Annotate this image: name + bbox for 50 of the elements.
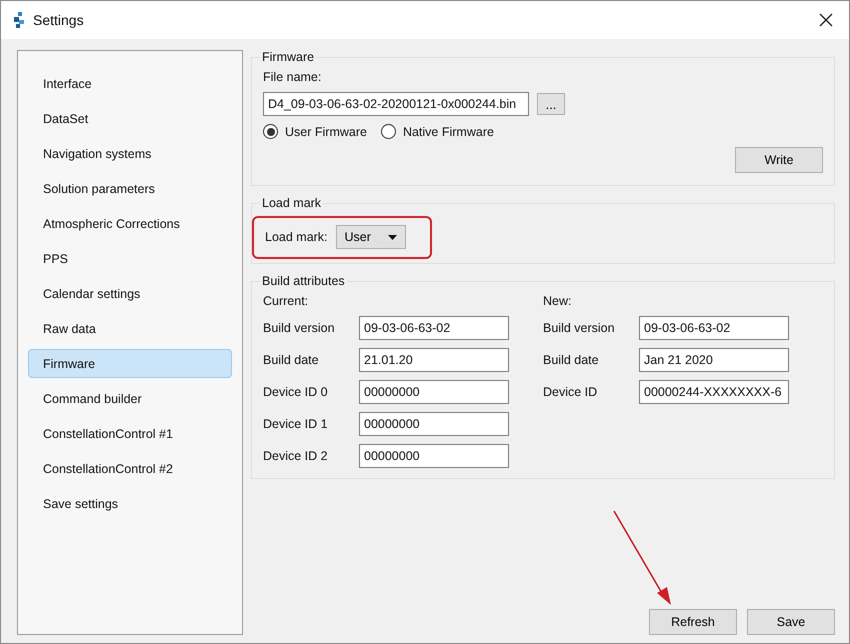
text-field[interactable]: 09-03-06-63-02 — [639, 316, 789, 340]
sidebar-item[interactable]: Navigation systems — [28, 139, 232, 168]
radio-button[interactable] — [380, 124, 396, 139]
sidebar-item[interactable]: ConstellationControl #2 — [28, 454, 232, 483]
field-label: Load mark: — [265, 230, 328, 244]
text-field[interactable]: 21.01.20 — [359, 348, 509, 372]
sidebar-item[interactable]: DataSet — [28, 104, 232, 133]
field-label: Device ID 2 — [263, 449, 329, 463]
load-mark-dropdown[interactable]: User — [336, 225, 406, 249]
radio-label: User Firmware — [285, 124, 367, 138]
sidebar-item[interactable]: Command builder — [28, 384, 232, 413]
dialog-button[interactable]: Save — [747, 609, 835, 635]
window-title: Settings — [33, 12, 85, 28]
caret-icon — [388, 234, 397, 240]
write-button[interactable]: Write — [735, 147, 823, 173]
field-label: Build date — [543, 353, 600, 367]
sidebar-item[interactable]: ConstellationControl #1 — [28, 419, 232, 448]
sidebar-item[interactable]: Firmware — [28, 349, 232, 378]
text-field[interactable]: 00000000 — [359, 380, 509, 404]
field-label: Build version — [263, 321, 336, 335]
group-title: Build attributes — [261, 274, 346, 288]
sidebar-item[interactable]: Solution parameters — [28, 174, 232, 203]
sidebar-item[interactable]: Raw data — [28, 314, 232, 343]
radio-button[interactable] — [263, 124, 278, 139]
column-heading: New: — [543, 294, 572, 308]
sidebar-item[interactable]: PPS — [28, 244, 232, 273]
field-label: Device ID 0 — [263, 385, 329, 399]
sidebar-item[interactable]: Interface — [28, 69, 232, 98]
close-icon — [819, 13, 833, 27]
column-heading: Current: — [263, 294, 310, 308]
text-field[interactable]: 00000000 — [359, 412, 509, 436]
text-field[interactable]: 00000000 — [359, 444, 509, 468]
text-field[interactable]: 09-03-06-63-02 — [359, 316, 509, 340]
field-label: Device ID — [543, 385, 598, 399]
group-title: Load mark — [261, 196, 322, 210]
text-field[interactable]: 00000244-XXXXXXXX-6 — [639, 380, 789, 404]
sidebar-item[interactable]: Save settings — [28, 489, 232, 518]
browse-button[interactable]: ... — [537, 93, 565, 115]
radio-label: Native Firmware — [402, 124, 494, 138]
app-icon — [13, 12, 25, 28]
group-title: Firmware — [261, 50, 316, 64]
field-label: Device ID 1 — [263, 417, 329, 431]
sidebar-item[interactable]: Calendar settings — [28, 279, 232, 308]
file-name-field[interactable]: D4_09-03-06-63-02-20200121-0x000244.bin — [263, 92, 529, 116]
text-field[interactable]: Jan 21 2020 — [639, 348, 789, 372]
field-label: Build version — [543, 321, 616, 335]
field-label: Build date — [263, 353, 320, 367]
dialog-button[interactable]: Refresh — [649, 609, 737, 635]
sidebar-item[interactable]: Atmospheric Corrections — [28, 209, 232, 238]
field-label: File name: — [263, 70, 322, 84]
